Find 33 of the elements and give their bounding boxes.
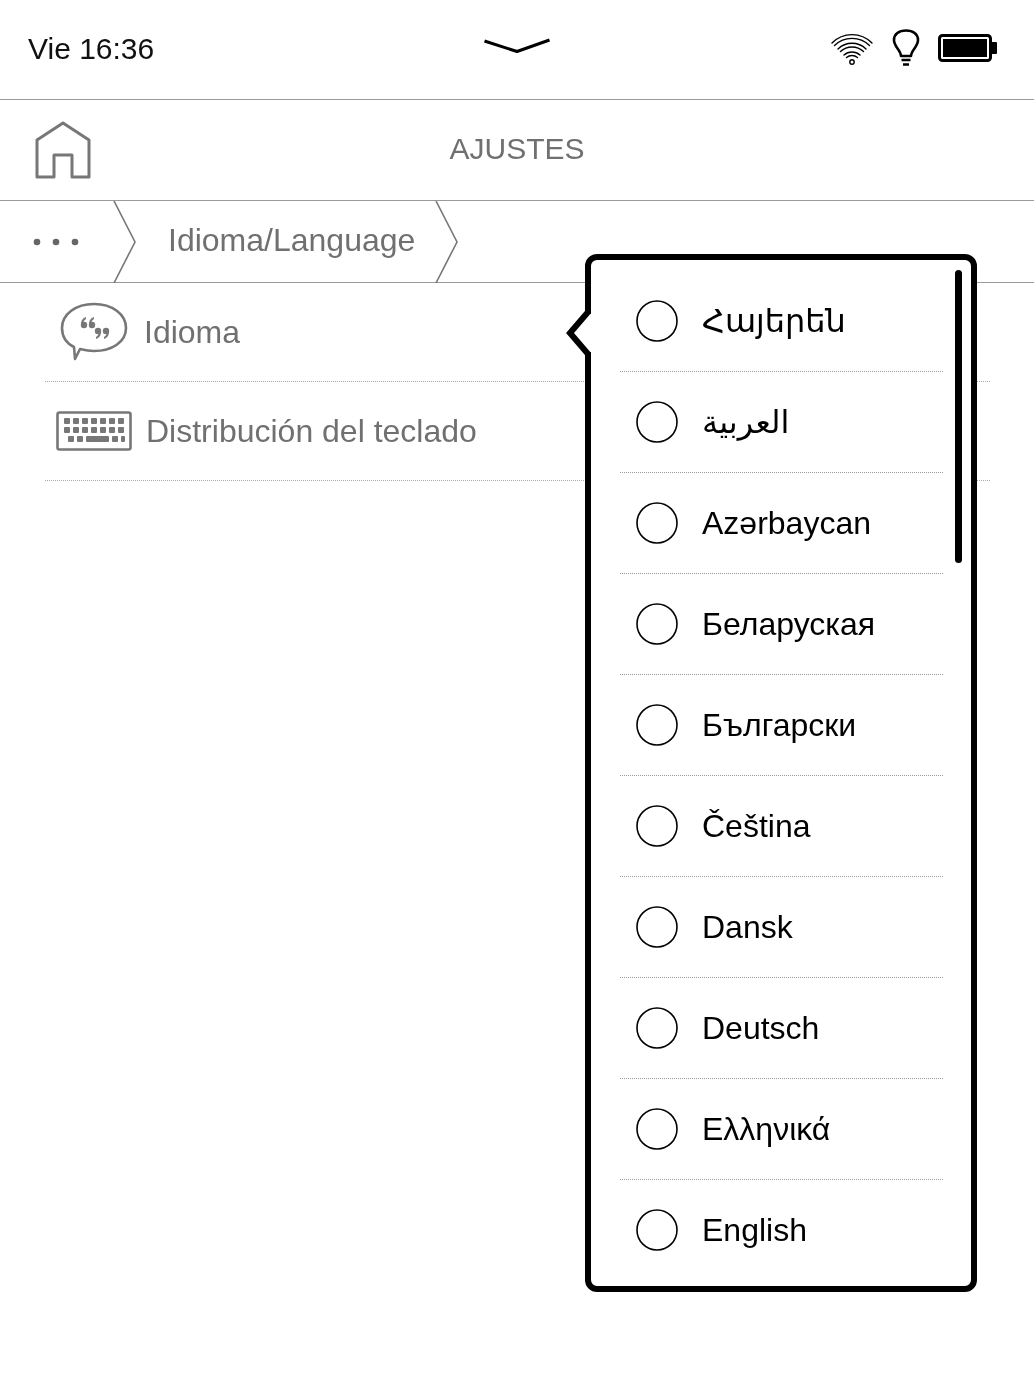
status-time: Vie 16:36 <box>28 31 155 67</box>
language-option[interactable]: Ελληνικά <box>620 1079 943 1180</box>
radio-button[interactable] <box>636 805 678 847</box>
page-title: AJUSTES <box>449 132 585 167</box>
ellipsis-icon[interactable] <box>33 237 79 246</box>
radio-button[interactable] <box>636 1007 678 1049</box>
chevron-down-icon[interactable] <box>483 37 551 54</box>
radio-button[interactable] <box>636 300 678 342</box>
home-icon <box>34 121 92 179</box>
breadcrumb-separator-icon <box>113 200 137 283</box>
language-option[interactable]: Čeština <box>620 776 943 877</box>
language-option[interactable]: Беларуская <box>620 574 943 675</box>
battery-icon <box>938 33 998 62</box>
language-option[interactable]: Dansk <box>620 877 943 978</box>
radio-button[interactable] <box>636 1209 678 1251</box>
lightbulb-icon[interactable] <box>892 28 920 67</box>
radio-button[interactable] <box>636 603 678 645</box>
radio-button[interactable] <box>636 906 678 948</box>
breadcrumb-separator-icon <box>435 200 460 283</box>
speech-bubble-icon <box>60 302 128 362</box>
radio-button[interactable] <box>636 704 678 746</box>
radio-button[interactable] <box>636 1108 678 1150</box>
home-button[interactable] <box>34 121 92 179</box>
radio-button[interactable] <box>636 502 678 544</box>
language-option[interactable]: English <box>620 1180 943 1280</box>
language-option[interactable]: Български <box>620 675 943 776</box>
language-option[interactable]: Հայերեն <box>620 271 943 372</box>
keyboard-icon <box>56 411 132 451</box>
breadcrumb-link[interactable]: Idioma/Language <box>168 222 416 261</box>
language-option[interactable]: Azərbaycan <box>620 473 943 574</box>
language-option[interactable]: Deutsch <box>620 978 943 1079</box>
radio-button[interactable] <box>636 401 678 443</box>
language-option[interactable]: العربية <box>620 372 943 473</box>
